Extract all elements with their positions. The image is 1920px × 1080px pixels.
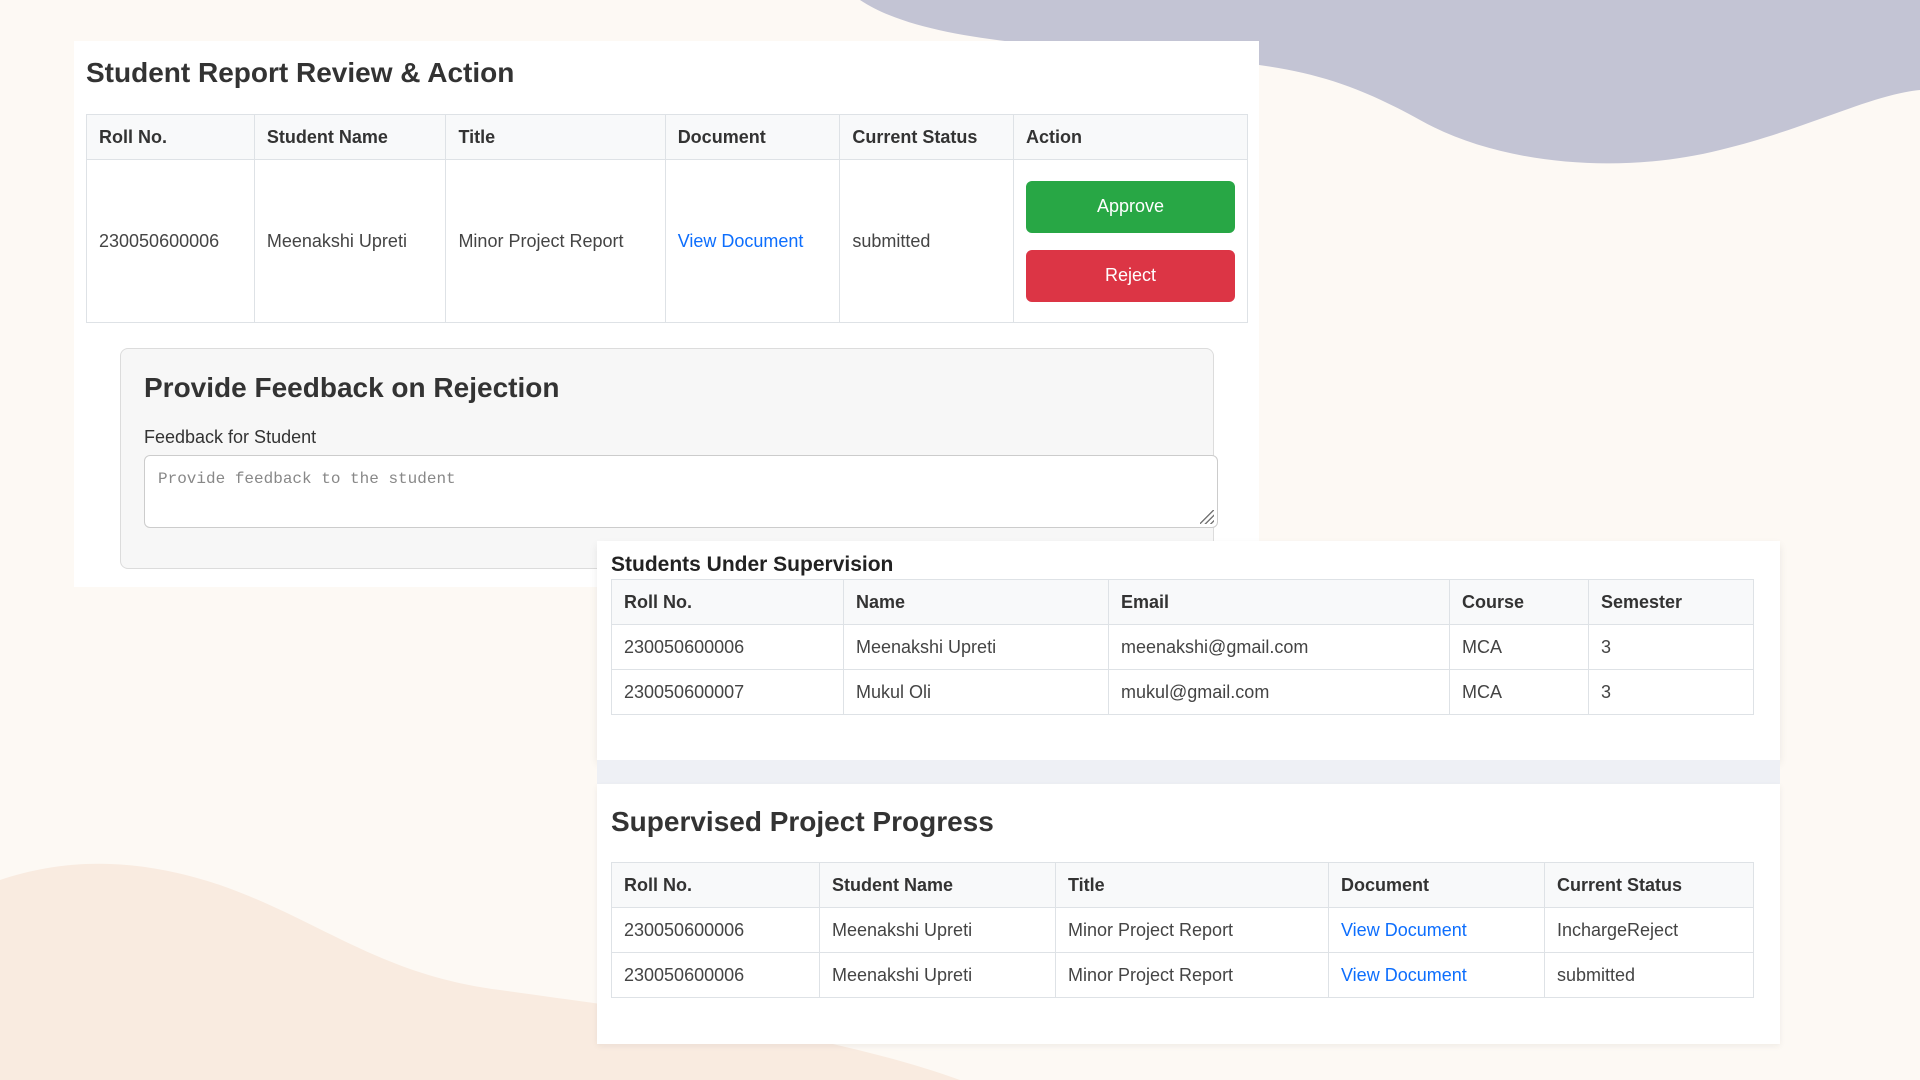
col-course: Course [1449, 579, 1589, 625]
title-cell: Minor Project Report [445, 159, 666, 323]
feedback-textarea[interactable]: Provide feedback to the student [144, 455, 1218, 528]
col-title: Title [1055, 862, 1329, 908]
supervision-heading: Students Under Supervision [611, 553, 894, 576]
status-cell: submitted [839, 159, 1014, 323]
table-row: 230050600006 Meenakshi Upreti Minor Proj… [611, 907, 1754, 953]
col-document: Document [1328, 862, 1545, 908]
name-cell: Meenakshi Upreti [843, 624, 1109, 670]
col-current-status: Current Status [839, 114, 1014, 160]
roll-no-cell: 230050600006 [611, 952, 820, 998]
table-row: 230050600007 Mukul Oli mukul@gmail.com M… [611, 669, 1754, 715]
roll-no-cell: 230050600006 [86, 159, 255, 323]
student-name-cell: Meenakshi Upreti [819, 952, 1056, 998]
col-student-name: Student Name [253, 114, 447, 160]
student-name-cell: Meenakshi Upreti [253, 159, 447, 323]
col-email: Email [1108, 579, 1450, 625]
col-title: Title [445, 114, 666, 160]
status-cell: submitted [1544, 952, 1754, 998]
document-cell: View Document [664, 159, 841, 323]
resize-handle-icon[interactable] [1200, 510, 1214, 524]
document-cell: View Document [1328, 907, 1545, 953]
roll-no-cell: 230050600006 [611, 907, 820, 953]
document-cell: View Document [1328, 952, 1545, 998]
status-cell: InchargeReject [1544, 907, 1754, 953]
table-row: 230050600006 Meenakshi Upreti meenakshi@… [611, 624, 1754, 670]
col-roll-no: Roll No. [86, 114, 255, 160]
col-student-name: Student Name [819, 862, 1056, 908]
progress-table: Roll No. Student Name Title Document Cur… [611, 862, 1754, 998]
col-name: Name [843, 579, 1109, 625]
email-cell: mukul@gmail.com [1108, 669, 1450, 715]
semester-cell: 3 [1588, 669, 1754, 715]
progress-heading: Supervised Project Progress [611, 806, 994, 837]
roll-no-cell: 230050600007 [611, 669, 844, 715]
view-document-link[interactable]: View Document [1341, 965, 1467, 985]
col-semester: Semester [1588, 579, 1754, 625]
semester-cell: 3 [1588, 624, 1754, 670]
col-roll-no: Roll No. [611, 862, 820, 908]
feedback-placeholder: Provide feedback to the student [158, 470, 456, 488]
review-table: Roll No. Student Name Title Document Cur… [86, 114, 1248, 323]
col-roll-no: Roll No. [611, 579, 844, 625]
panel-divider [597, 760, 1780, 784]
email-cell: meenakshi@gmail.com [1108, 624, 1450, 670]
view-document-link[interactable]: View Document [1341, 920, 1467, 940]
title-cell: Minor Project Report [1055, 952, 1329, 998]
feedback-label: Feedback for Student [144, 427, 317, 447]
supervision-table: Roll No. Name Email Course Semester 2300… [611, 579, 1754, 715]
table-row: 230050600006 Meenakshi Upreti Minor Proj… [611, 952, 1754, 998]
course-cell: MCA [1449, 669, 1589, 715]
table-row: 230050600006 Meenakshi Upreti Minor Proj… [86, 159, 1248, 323]
col-document: Document [664, 114, 841, 160]
course-cell: MCA [1449, 624, 1589, 670]
progress-panel: Supervised Project Progress Roll No. Stu… [597, 784, 1780, 1044]
supervision-panel: Students Under Supervision Roll No. Name… [597, 541, 1780, 760]
col-current-status: Current Status [1544, 862, 1754, 908]
roll-no-cell: 230050600006 [611, 624, 844, 670]
name-cell: Mukul Oli [843, 669, 1109, 715]
review-heading: Student Report Review & Action [86, 57, 515, 88]
title-cell: Minor Project Report [1055, 907, 1329, 953]
view-document-link[interactable]: View Document [678, 231, 804, 251]
col-action: Action [1013, 114, 1248, 160]
approve-button[interactable]: Approve [1026, 180, 1235, 233]
student-name-cell: Meenakshi Upreti [819, 907, 1056, 953]
reject-button[interactable]: Reject [1026, 249, 1235, 302]
feedback-heading: Provide Feedback on Rejection [144, 372, 560, 403]
action-cell: Approve Reject [1013, 159, 1248, 323]
